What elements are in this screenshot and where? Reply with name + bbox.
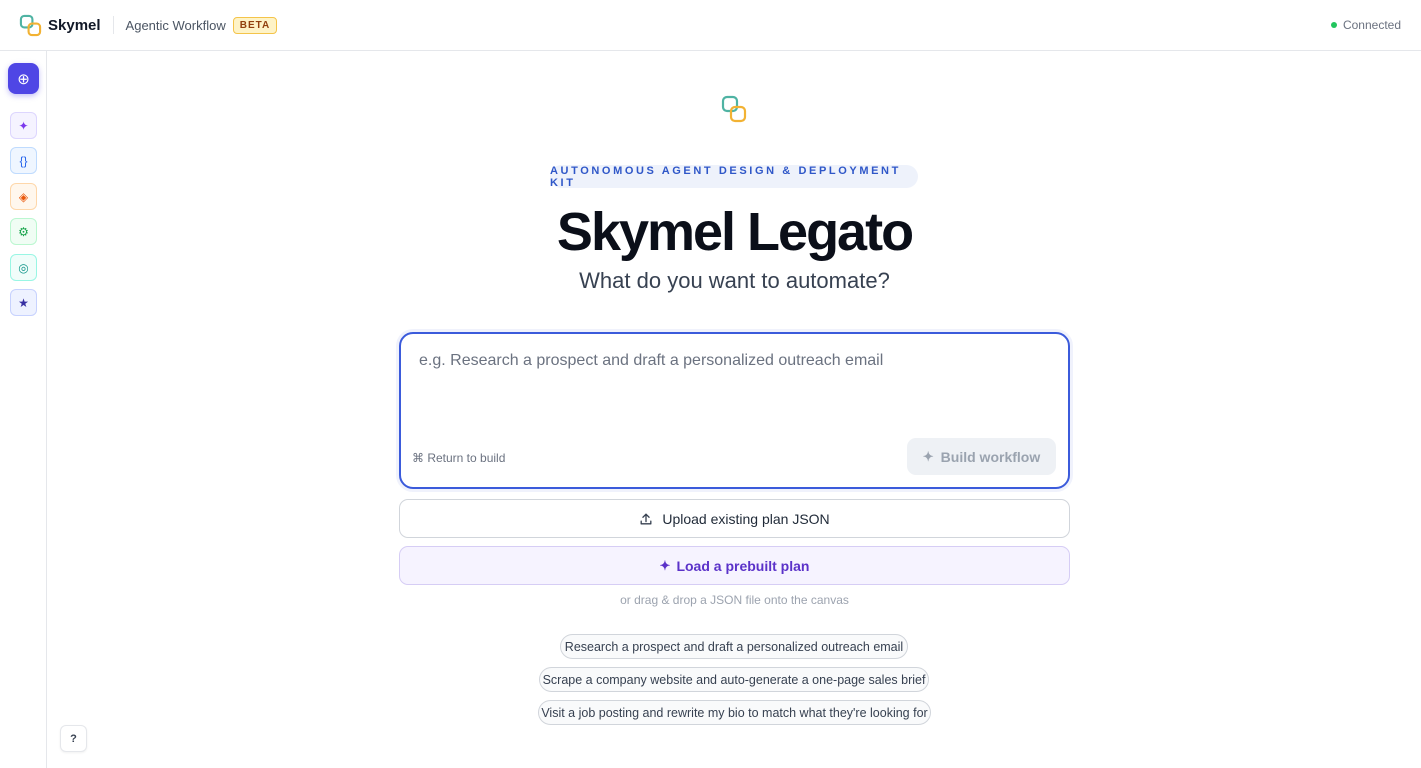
sidebar-code-button[interactable]: {}: [10, 147, 37, 174]
sidebar-star-button[interactable]: ★: [10, 289, 37, 316]
suggestion-chip[interactable]: Visit a job posting and rewrite my bio t…: [538, 700, 931, 725]
suggestion-chip[interactable]: Research a prospect and draft a personal…: [560, 634, 908, 659]
sidebar-sparkle-button[interactable]: ✦: [10, 112, 37, 139]
kit-pill: AUTONOMOUS AGENT DESIGN & DEPLOYMENT KIT: [550, 165, 918, 189]
brand[interactable]: Skymel: [19, 14, 101, 37]
prompt-input[interactable]: [419, 352, 1039, 370]
sidebar-target-button[interactable]: ◎: [10, 254, 37, 281]
star-icon: ★: [18, 295, 29, 310]
drag-drop-hint: or drag & drop a JSON file onto the canv…: [620, 593, 849, 607]
sparkle-icon: ✦: [18, 118, 29, 133]
main-content: AUTONOMOUS AGENT DESIGN & DEPLOYMENT KIT…: [48, 51, 1421, 768]
sparkle-icon: ✦: [922, 448, 934, 464]
header-divider: [112, 16, 114, 34]
plus-circle-icon: ⊕: [17, 70, 30, 88]
status-dot-icon: [1330, 22, 1337, 28]
target-icon: ◎: [18, 260, 29, 275]
connection-status: Connected: [1330, 18, 1401, 32]
prompt-box: ⌘ Return to build ✦ Build workflow: [399, 332, 1070, 489]
load-prebuilt-plan-button[interactable]: ✦ Load a prebuilt plan: [399, 546, 1070, 585]
top-bar: Skymel Agentic Workflow BETA Connected: [0, 0, 1421, 51]
load-prebuilt-plan-label: Load a prebuilt plan: [676, 557, 810, 574]
page-subtitle: What do you want to automate?: [579, 268, 890, 293]
sidebar-diamond-button[interactable]: ◈: [10, 183, 37, 210]
page-title: Skymel Legato: [556, 202, 914, 262]
sidebar-settings-button[interactable]: ⚙: [10, 218, 37, 245]
workflow-label: Agentic Workflow: [125, 17, 226, 33]
code-braces-icon: {}: [19, 153, 28, 168]
left-sidebar: ⊕ ✦ {} ◈ ⚙ ◎ ★: [0, 51, 47, 768]
brand-name: Skymel: [48, 16, 101, 34]
return-hint: ⌘ Return to build: [412, 451, 506, 465]
upload-plan-label: Upload existing plan JSON: [662, 510, 830, 527]
skymel-hero-logo-icon: [721, 95, 747, 123]
gear-icon: ⚙: [18, 224, 29, 239]
status-text: Connected: [1342, 18, 1401, 32]
beta-badge: BETA: [232, 16, 278, 34]
diamond-icon: ◈: [18, 189, 29, 204]
upload-plan-button[interactable]: Upload existing plan JSON: [399, 499, 1070, 538]
suggestion-chip[interactable]: Scrape a company website and auto-genera…: [539, 667, 929, 692]
build-workflow-label: Build workflow: [940, 448, 1041, 465]
sparkle-icon: ✦: [659, 557, 671, 573]
skymel-logo-icon: [19, 14, 42, 37]
build-workflow-button[interactable]: ✦ Build workflow: [907, 438, 1056, 475]
sidebar-new-workflow-button[interactable]: ⊕: [8, 63, 39, 94]
upload-icon: [640, 513, 652, 524]
